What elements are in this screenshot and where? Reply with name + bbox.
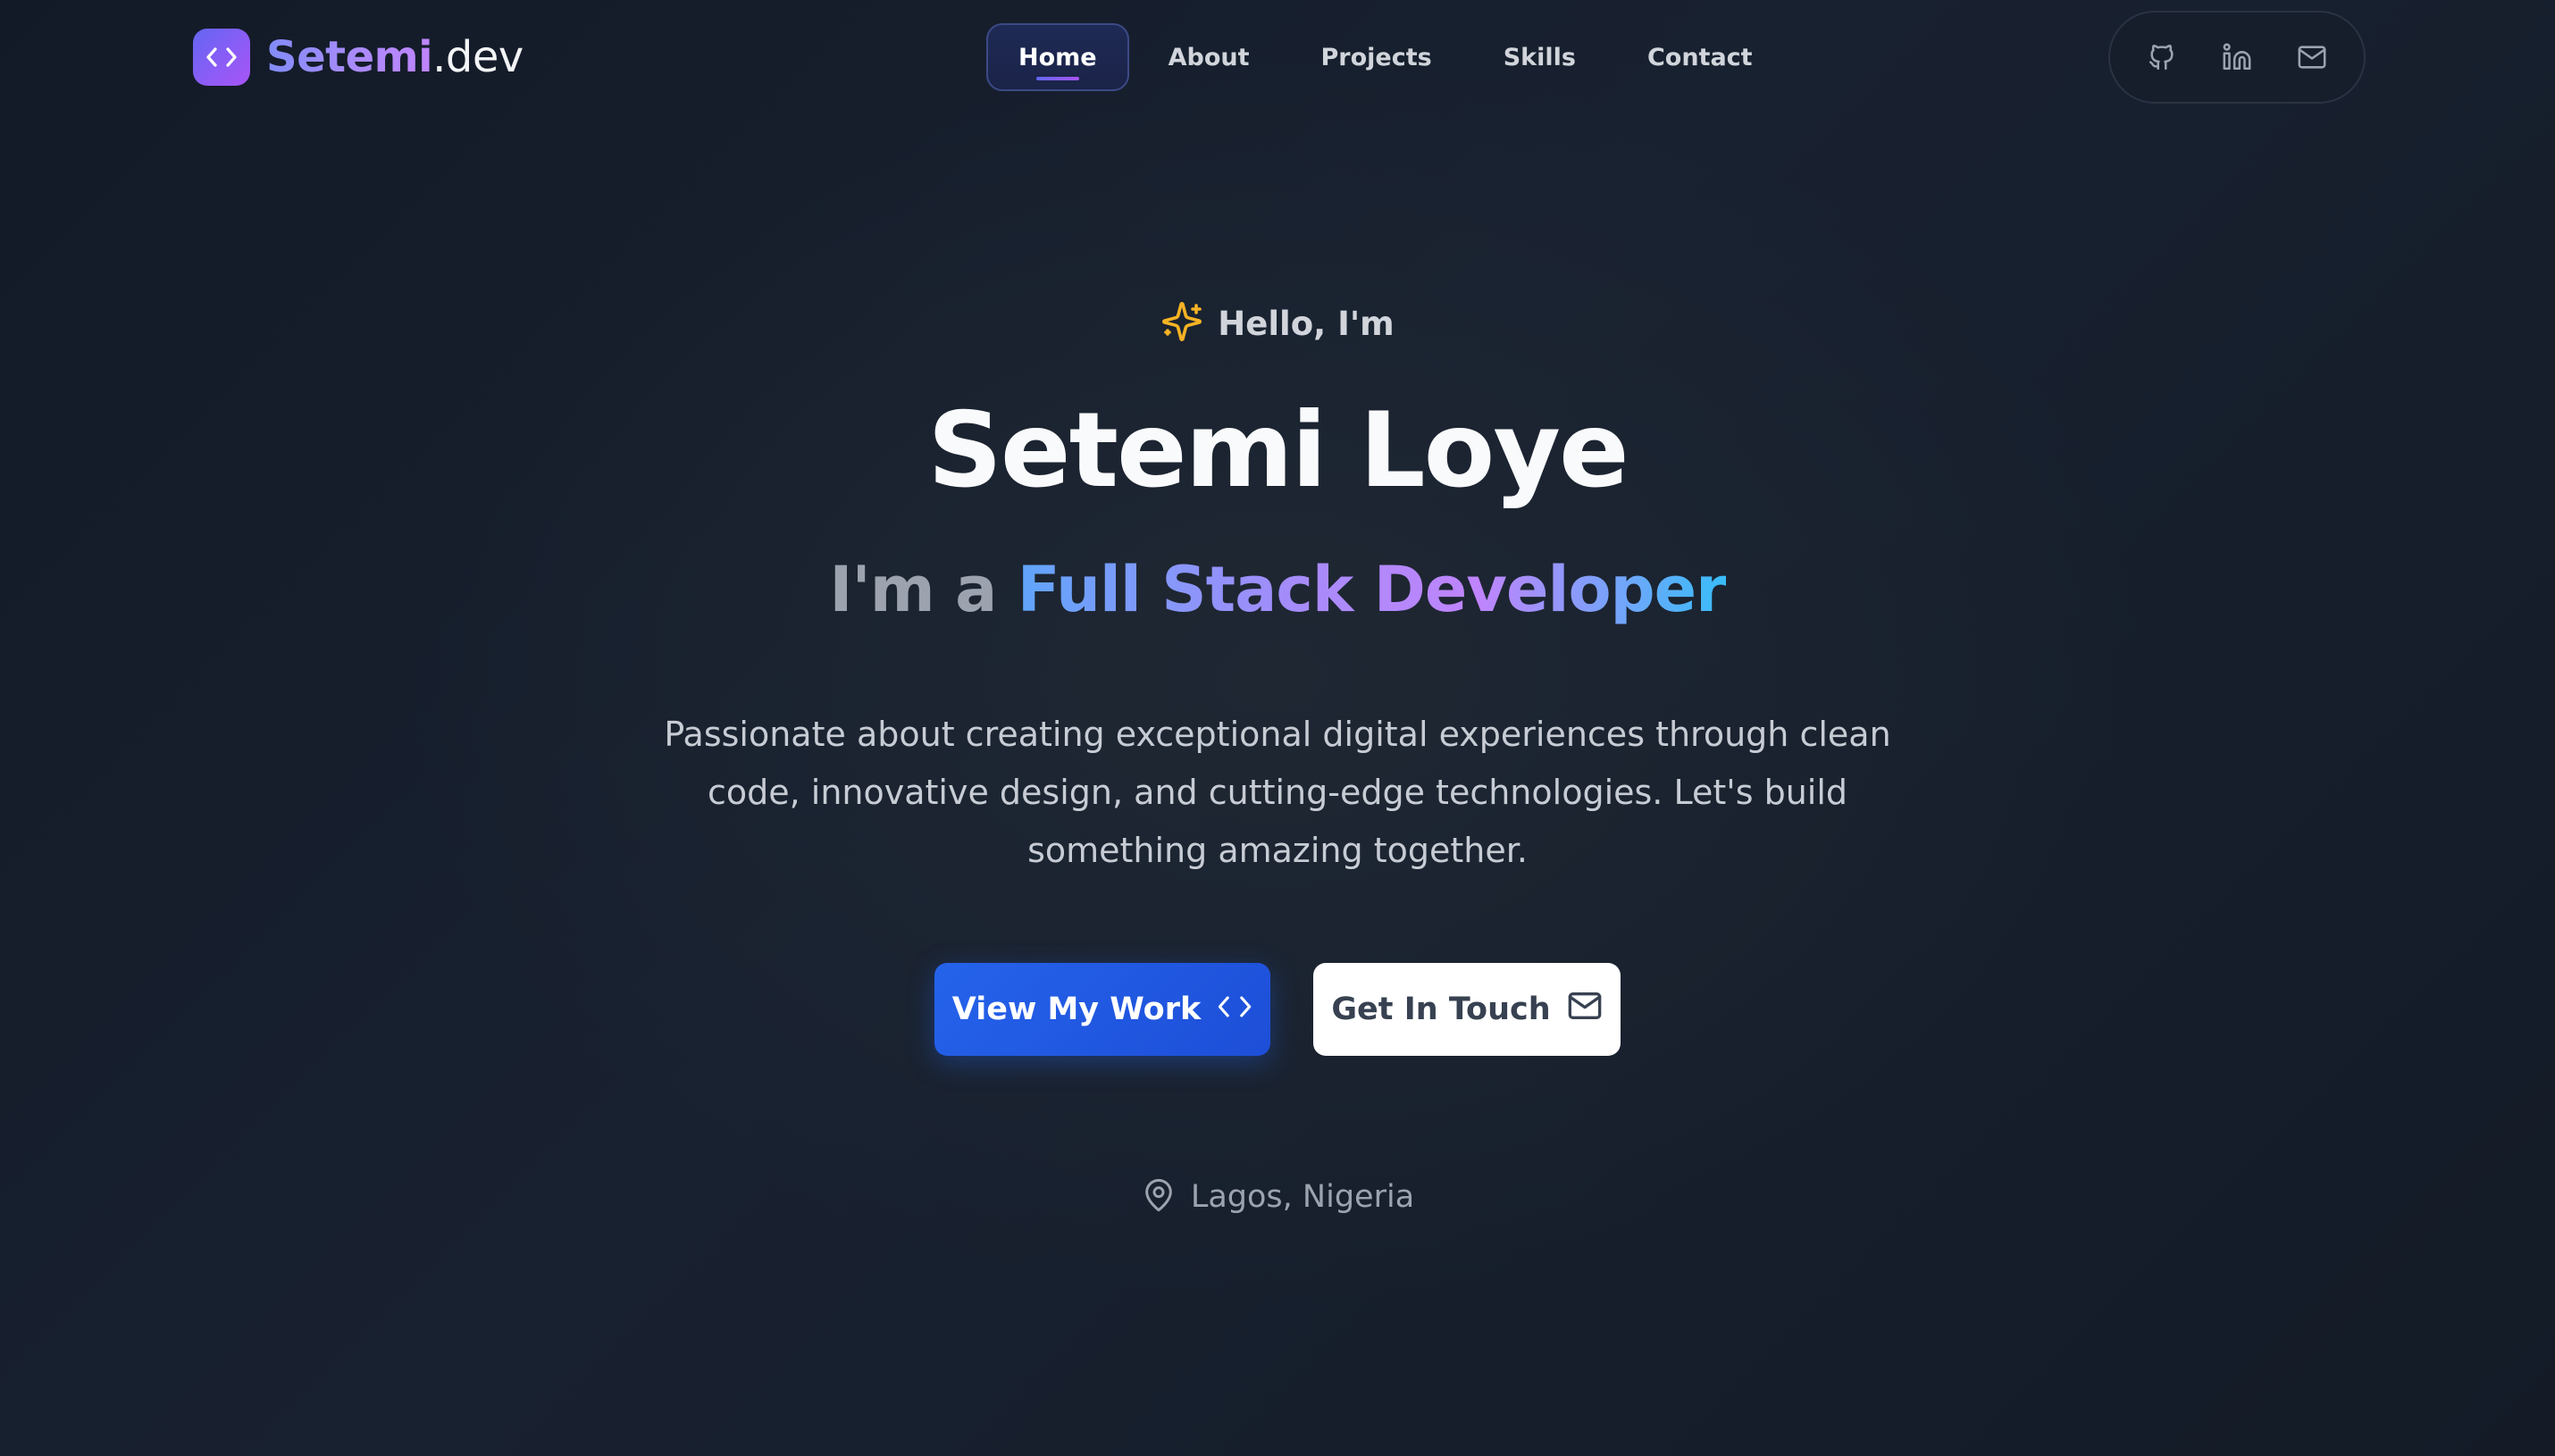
view-work-label: View My Work	[951, 992, 1202, 1027]
github-icon[interactable]	[2139, 34, 2185, 80]
nav-skills[interactable]: Skills	[1471, 23, 1608, 91]
nav-projects[interactable]: Projects	[1289, 23, 1464, 91]
hero-greeting: Hello, I'm	[0, 297, 2555, 350]
code-brackets-icon	[193, 29, 250, 86]
hero-role: I'm a Full Stack Developer	[0, 545, 2555, 634]
main-nav: Home About Projects Skills Contact	[986, 23, 1785, 91]
brand-name: Setemi.dev	[266, 29, 524, 86]
code-brackets-icon	[1217, 992, 1252, 1027]
view-work-button[interactable]: View My Work	[934, 963, 1270, 1056]
location-text: Lagos, Nigeria	[1190, 1179, 1415, 1215]
mail-icon	[1567, 988, 1603, 1032]
brand-logo[interactable]: Setemi.dev	[193, 29, 524, 86]
nav-contact[interactable]: Contact	[1615, 23, 1785, 91]
greeting-text: Hello, I'm	[1218, 304, 1395, 343]
get-in-touch-label: Get In Touch	[1331, 992, 1551, 1027]
nav-about[interactable]: About	[1136, 23, 1282, 91]
linkedin-icon[interactable]	[2214, 34, 2260, 80]
map-pin-icon	[1141, 1177, 1177, 1217]
hero-name: Setemi Loye	[927, 390, 1629, 511]
role-prefix: I'm a	[829, 553, 997, 626]
nav-home[interactable]: Home	[986, 23, 1129, 91]
role-title: Full Stack Developer	[1017, 553, 1727, 626]
brand-name-main: Setemi	[266, 32, 433, 82]
get-in-touch-button[interactable]: Get In Touch	[1313, 963, 1621, 1056]
sparkles-icon	[1160, 300, 1203, 347]
social-links	[2108, 11, 2366, 104]
hero-location: Lagos, Nigeria	[0, 1170, 2555, 1224]
brand-name-tld: .dev	[432, 32, 524, 82]
hero-actions: View My Work Get In Touch	[0, 963, 2555, 1056]
mail-icon[interactable]	[2289, 34, 2335, 80]
hero-bio: Passionate about creating exceptional di…	[664, 715, 1891, 870]
